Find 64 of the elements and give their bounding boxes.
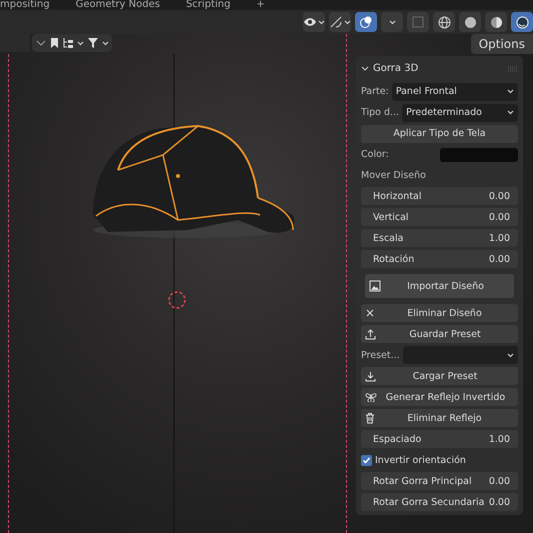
panel-title: Gorra 3D [373,63,418,74]
eye-icon [303,16,317,28]
checkbox[interactable] [361,454,372,466]
caret-icon [102,40,109,46]
action-button[interactable]: Generar Reflejo Invertido [361,388,518,406]
dropdown[interactable]: Panel Frontal [392,82,518,101]
rendered-sphere-icon [516,16,528,28]
shading-mode-button[interactable] [485,12,507,32]
shading-mode-button[interactable] [433,12,455,32]
visibility-toggle[interactable] [303,12,325,32]
number-field[interactable]: Horizontal 0.00 [361,187,518,206]
hierarchy-icon[interactable] [62,37,74,49]
collapse-caret-icon[interactable] [361,66,369,72]
shading-mode-button[interactable] [511,12,533,32]
action-button[interactable]: Eliminar Reflejo [361,409,518,428]
number-field[interactable]: Vertical 0.00 [361,208,518,226]
overlays-toggle[interactable] [355,12,377,32]
caret-icon[interactable] [35,39,47,47]
action-button[interactable]: Eliminar Diseño [361,304,518,322]
color-swatch[interactable] [440,148,518,162]
dropdown[interactable]: Predeterminado [402,104,518,122]
number-field[interactable]: Rotar Gorra Principal 0.00 [361,472,518,490]
caret-icon [344,20,351,24]
options-button[interactable]: Options [470,34,533,54]
image-icon [369,280,381,292]
trash-icon [365,412,375,424]
action-button[interactable]: Aplicar Tipo de Tela [361,124,518,143]
square-icon [412,16,424,28]
caret-icon [507,110,514,116]
gizmo-icon [329,15,343,29]
overlays-icon [359,15,373,29]
checkbox-label: Invertir orientación [375,454,466,466]
upload-icon [365,328,376,340]
3d-cursor-icon [167,290,187,310]
add-tab-button[interactable]: + [256,0,265,10]
butterfly-icon [365,392,377,403]
close-icon [365,308,375,318]
number-field[interactable]: Rotar Gorra Secundaria 0.00 [361,493,518,511]
filter-icon[interactable] [87,37,99,49]
caret-icon [507,352,514,358]
bookmark-icon[interactable] [50,37,59,49]
solid-sphere-icon [464,16,476,28]
shading-mode-button[interactable] [459,12,481,32]
field-label: Color: [361,149,389,160]
section-label: Mover Diseño [361,170,426,181]
caret-icon [388,20,396,24]
download-icon [365,370,376,382]
caret-icon [77,40,84,46]
action-button[interactable]: Cargar Preset [361,367,518,386]
field-label: Parte: [361,86,389,98]
caret-icon [318,20,325,24]
field-label: Tipo d... [361,107,400,118]
caret-icon [507,89,514,94]
xray-toggle[interactable] [407,12,429,32]
number-field[interactable]: Espaciado 1.00 [361,430,518,448]
number-field[interactable]: Rotación 0.00 [361,250,518,268]
action-button[interactable]: Guardar Preset [361,325,518,344]
material-sphere-icon [490,16,502,28]
gizmo-toggle[interactable] [329,12,351,32]
field-label: Preset... [361,350,400,361]
action-button[interactable]: Importar Diseño [365,274,514,298]
drag-handle-icon[interactable] [508,66,518,72]
wireframe-sphere-icon [438,16,450,28]
number-field[interactable]: Escala 1.00 [361,229,518,248]
